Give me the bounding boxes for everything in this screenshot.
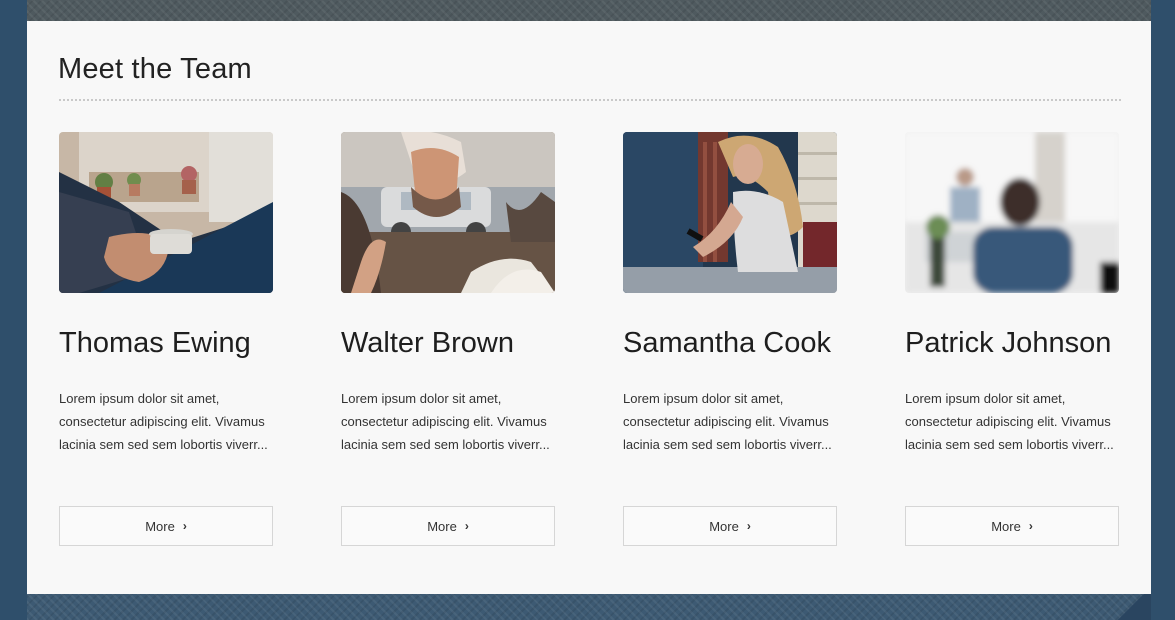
page-background-right	[1151, 0, 1175, 620]
pattern-footer-strip	[27, 594, 1151, 620]
more-button[interactable]: More ›	[341, 506, 555, 546]
team-photo	[59, 132, 273, 293]
chevron-right-icon: ›	[182, 519, 187, 533]
member-bio: Lorem ipsum dolor sit amet, consectetur …	[623, 391, 832, 452]
team-photo	[905, 132, 1119, 293]
section-title: Meet the Team	[58, 53, 252, 85]
team-panel: Meet the Team Thomas Ewing Lorem ipsum d…	[27, 21, 1151, 594]
member-name: Thomas Ewing	[59, 327, 251, 359]
member-bio: Lorem ipsum dolor sit amet, consectetur …	[59, 391, 268, 452]
more-button[interactable]: More ›	[623, 506, 837, 546]
coffee-hand-photo-icon	[59, 132, 273, 293]
dotted-divider	[59, 99, 1121, 101]
more-button-label: More	[709, 518, 739, 534]
pattern-header-strip	[27, 0, 1151, 21]
team-photo	[341, 132, 555, 293]
chevron-right-icon: ›	[746, 519, 751, 533]
more-button[interactable]: More ›	[59, 506, 273, 546]
chevron-right-icon: ›	[464, 519, 469, 533]
cafe-window-photo-icon	[341, 132, 555, 293]
corner-fold	[1111, 594, 1151, 620]
team-card: Samantha Cook Lorem ipsum dolor sit amet…	[623, 132, 837, 546]
member-bio: Lorem ipsum dolor sit amet, consectetur …	[341, 391, 550, 452]
member-bio: Lorem ipsum dolor sit amet, consectetur …	[905, 391, 1114, 452]
blurred-office-photo-icon	[905, 132, 1119, 293]
more-button-label: More	[427, 518, 457, 534]
team-card: Walter Brown Lorem ipsum dolor sit amet,…	[341, 132, 555, 546]
chevron-right-icon: ›	[1028, 519, 1033, 533]
more-button-label: More	[991, 518, 1021, 534]
more-button-label: More	[145, 518, 175, 534]
member-name: Patrick Johnson	[905, 327, 1112, 359]
team-card: Thomas Ewing Lorem ipsum dolor sit amet,…	[59, 132, 273, 546]
team-card: Patrick Johnson Lorem ipsum dolor sit am…	[905, 132, 1119, 546]
member-name: Samantha Cook	[623, 327, 831, 359]
woman-phone-photo-icon	[623, 132, 837, 293]
page-background-left	[0, 0, 27, 620]
team-photo	[623, 132, 837, 293]
more-button[interactable]: More ›	[905, 506, 1119, 546]
member-name: Walter Brown	[341, 327, 514, 359]
